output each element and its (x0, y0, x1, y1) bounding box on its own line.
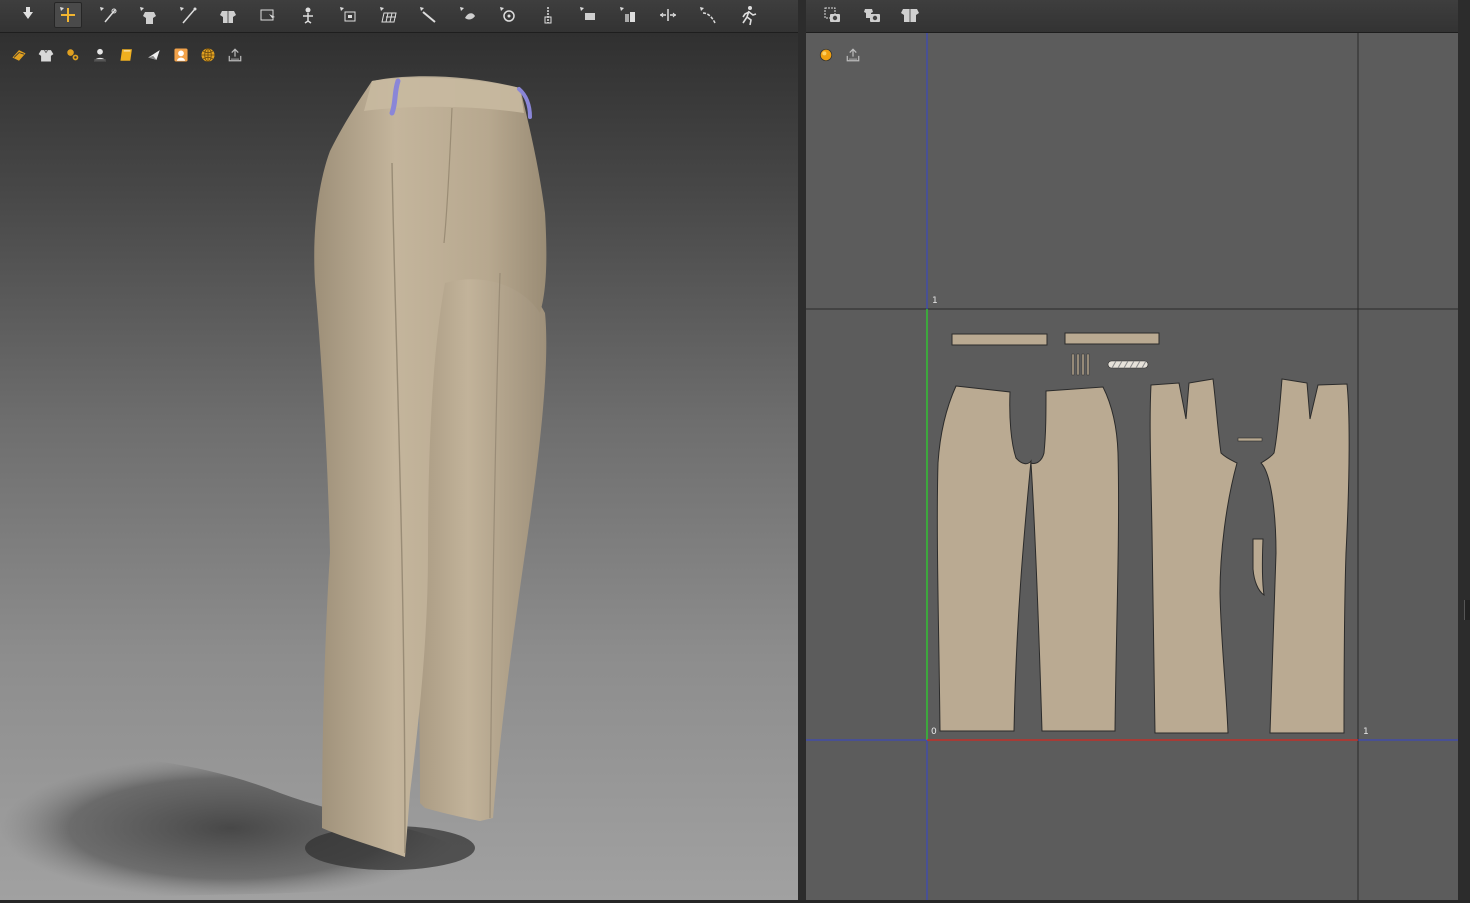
sphere-display-icon[interactable] (815, 44, 837, 66)
button-tool-button[interactable] (494, 2, 522, 28)
texture-grid-icon (377, 4, 399, 26)
surface-display-icon[interactable] (116, 44, 138, 66)
line-seam-tool-button[interactable] (694, 2, 722, 28)
edit-pattern-icon (177, 4, 199, 26)
dropdown-arrow-icon (17, 4, 39, 26)
tack-icon (257, 4, 279, 26)
viewport-3d[interactable] (0, 33, 798, 900)
trim-icon (457, 4, 479, 26)
2d-pattern-canvas (806, 33, 1458, 900)
arrangement-snapshot-button[interactable] (896, 2, 924, 28)
display-toolbar-2d (815, 44, 864, 66)
garment-display-icon[interactable] (8, 44, 30, 66)
arrangement-point-tool-button[interactable] (294, 2, 322, 28)
arrangement-snapshot-icon (899, 4, 921, 26)
pattern-front-left (936, 385, 1032, 732)
arrangement-point-icon (297, 4, 319, 26)
puckering-icon (617, 4, 639, 26)
zipper-icon (537, 4, 559, 26)
skin-display-icon[interactable] (170, 44, 192, 66)
export-display-icon[interactable] (842, 44, 864, 66)
tape-tool-button[interactable] (574, 2, 602, 28)
viewport-2d[interactable]: 1 0 1 (806, 33, 1458, 900)
walk-avatar-tool-button[interactable] (734, 2, 762, 28)
axis-label-right-one: 1 (1363, 727, 1369, 737)
edit-pattern-tool-button[interactable] (174, 2, 202, 28)
line-seam-icon (697, 4, 719, 26)
fold-arrangement-icon (217, 4, 239, 26)
light-display-icon[interactable] (143, 44, 165, 66)
pattern-front-right (1030, 386, 1120, 732)
shirt-display-icon[interactable] (35, 44, 57, 66)
transform-pattern-icon (137, 4, 159, 26)
zipper-tool-button[interactable] (534, 2, 562, 28)
trim-tool-button[interactable] (454, 2, 482, 28)
snapshot-3d-icon (861, 4, 883, 26)
select-move-icon (57, 4, 79, 26)
select-mesh-icon (97, 4, 119, 26)
pattern-belt-loops (1071, 353, 1090, 376)
pattern-small-tab (1237, 437, 1263, 442)
fold-arrangement-tool-button[interactable] (214, 2, 242, 28)
right-panel-edge (1458, 0, 1470, 903)
measure-icon (657, 4, 679, 26)
snapshot-2d-button[interactable] (818, 2, 846, 28)
3d-scene (0, 76, 547, 900)
transform-pattern-tool-button[interactable] (134, 2, 162, 28)
walk-avatar-icon (737, 4, 759, 26)
snapshot-3d-button[interactable] (858, 2, 886, 28)
toolbar-3d (0, 0, 798, 33)
measure-tool-button[interactable] (654, 2, 682, 28)
globe-display-icon[interactable] (197, 44, 219, 66)
steam-icon (417, 4, 439, 26)
export-display-icon[interactable] (224, 44, 246, 66)
pattern-pocket-facing (1252, 538, 1265, 597)
steam-tool-button[interactable] (414, 2, 442, 28)
axis-label-top-one: 1 (932, 296, 938, 306)
select-mesh-tool-button[interactable] (94, 2, 122, 28)
tape-icon (577, 4, 599, 26)
toolbar-2d (806, 0, 1458, 33)
texture-display-icon[interactable] (62, 44, 84, 66)
window-divider[interactable] (798, 0, 806, 903)
pattern-back-right (1260, 378, 1350, 734)
panel-collapse-handle[interactable] (1464, 600, 1470, 620)
dropdown-arrow-tool-button[interactable] (14, 2, 42, 28)
pin-tool-button[interactable] (334, 2, 362, 28)
display-toolbar-3d (8, 44, 246, 66)
avatar-display-icon[interactable] (89, 44, 111, 66)
texture-grid-tool-button[interactable] (374, 2, 402, 28)
select-move-tool-button[interactable] (54, 2, 82, 28)
puckering-tool-button[interactable] (614, 2, 642, 28)
pattern-waistband-left (951, 333, 1048, 346)
axis-label-origin: 0 (931, 727, 937, 737)
pattern-back-left (1149, 378, 1238, 734)
pattern-waistband-right (1064, 332, 1160, 345)
pin-icon (337, 4, 359, 26)
tack-tool-button[interactable] (254, 2, 282, 28)
snapshot-2d-icon (821, 4, 843, 26)
button-icon (497, 4, 519, 26)
